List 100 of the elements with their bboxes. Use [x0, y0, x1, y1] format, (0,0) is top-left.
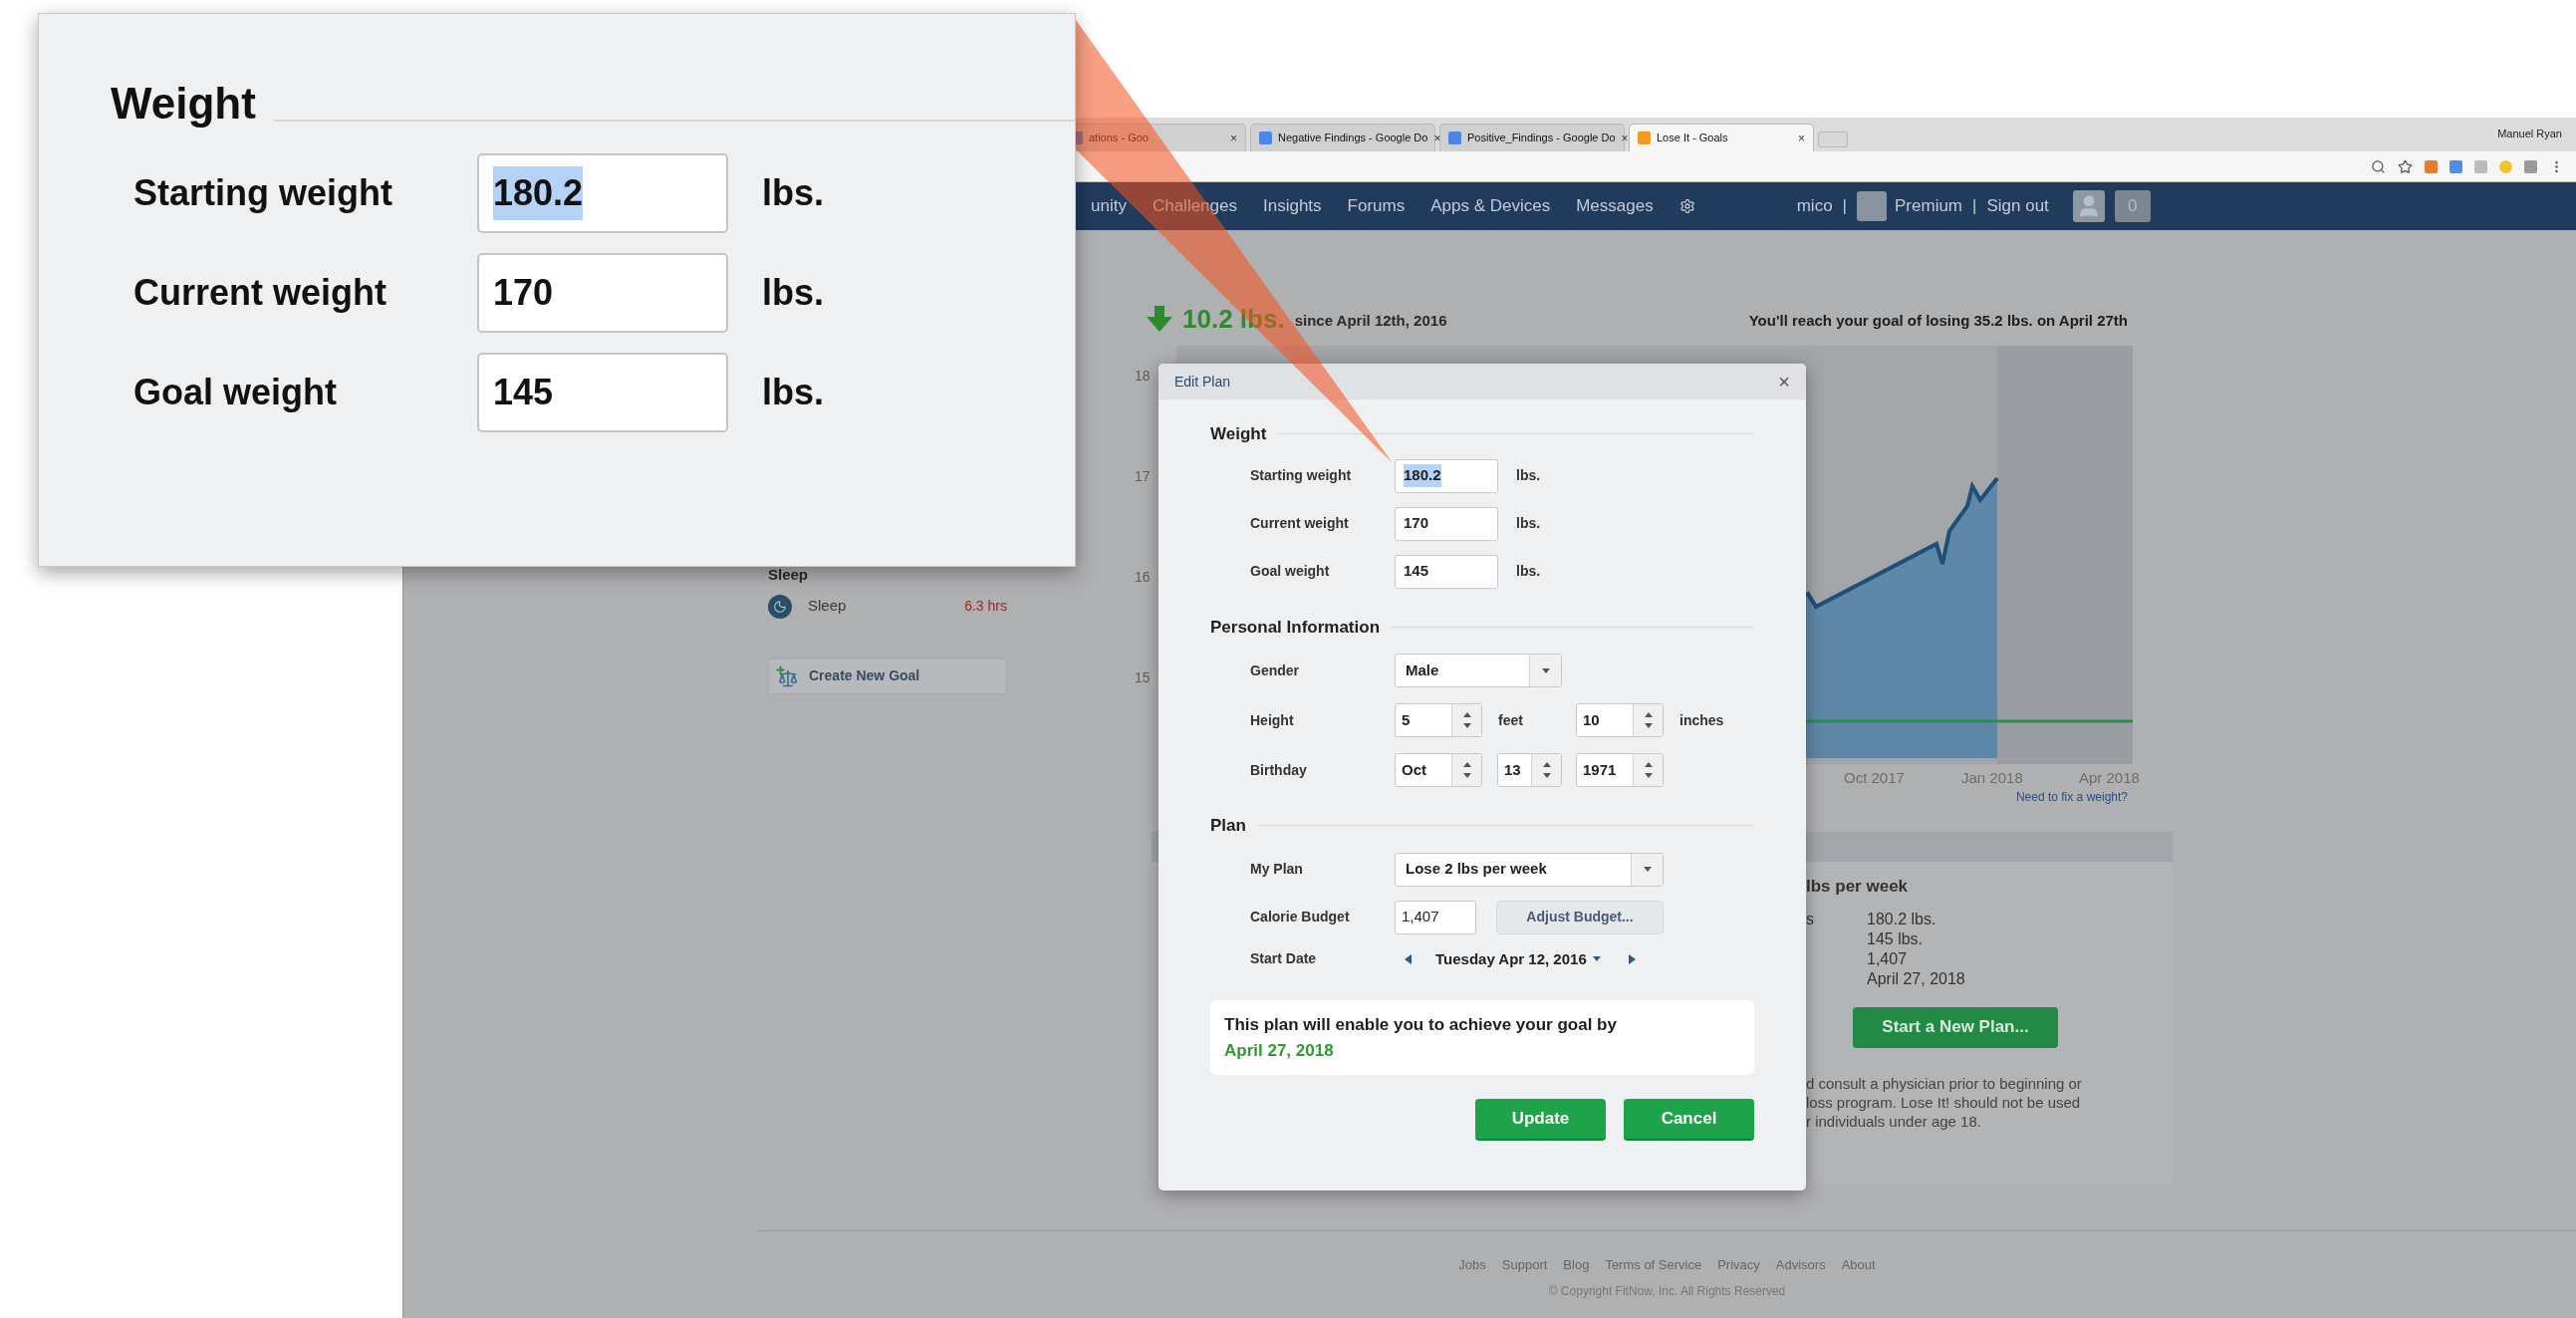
unit-label: lbs.	[1516, 466, 1541, 485]
separator-text: |	[1972, 195, 1977, 218]
document-icon	[1448, 132, 1461, 144]
weight-input[interactable]: 170	[477, 253, 728, 333]
unit-label: feet	[1498, 710, 1524, 730]
message-text: This plan will enable you to achieve your goal by	[1224, 1014, 1618, 1036]
previous-arrow-icon[interactable]	[1405, 953, 1412, 964]
disclaimer-text: d consult a physician prior to beginning or	[1806, 1073, 2083, 1093]
section-heading: Plan	[1210, 815, 1246, 837]
search-icon[interactable]	[2371, 158, 2386, 174]
star-icon[interactable]	[2398, 158, 2413, 174]
nav-link[interactable]: Insights	[1263, 193, 1322, 219]
section-heading: Personal Information	[1210, 616, 1381, 639]
plan-name: lbs per week	[1806, 876, 1910, 898]
tab-title: Positive_Findings - Google Do	[1467, 131, 1616, 146]
weight-input[interactable]: 145	[477, 353, 728, 432]
weight-input[interactable]: 180.2	[1395, 458, 1498, 493]
axis-label: 16	[1135, 568, 1152, 587]
tab-close[interactable]: ×	[1230, 129, 1237, 147]
caret-icon	[1643, 867, 1652, 872]
nav-link[interactable]: Apps & Devices	[1430, 193, 1551, 219]
spinner-field[interactable]: 1971	[1576, 753, 1664, 787]
document-icon	[1259, 132, 1272, 144]
field-label: Gender	[1250, 660, 1300, 680]
dialog-title: Edit Plan	[1174, 372, 1231, 392]
start-date-picker[interactable]: Tuesday Apr 12, 2016	[1435, 947, 1601, 970]
extension-icon[interactable]	[2524, 159, 2537, 173]
nav-link[interactable]: unity	[1091, 193, 1127, 219]
unit-label: lbs.	[762, 271, 824, 315]
caret-icon	[1592, 956, 1601, 962]
adjust-budget-button[interactable]: Adjust Budget...	[1496, 900, 1664, 934]
unit-label: lbs.	[762, 171, 824, 215]
create-goal-button[interactable]: Create New Goal	[768, 658, 1007, 694]
section-heading: Sleep	[768, 565, 810, 585]
select-field[interactable]: Lose 2 lbs per week	[1395, 852, 1664, 887]
axis-label: Jan 2018	[1961, 768, 2023, 788]
weight-input[interactable]: 145	[1395, 554, 1498, 589]
field-label: Birthday	[1250, 760, 1308, 780]
spinner-field[interactable]: 5	[1395, 703, 1482, 737]
field-label: Current weight	[1250, 514, 1350, 533]
stepper-icon[interactable]	[1451, 754, 1481, 786]
weight-input[interactable]: 170	[1395, 506, 1498, 541]
weight-input[interactable]: 180.2	[477, 153, 728, 233]
axis-label: Apr 2018	[2079, 768, 2140, 788]
summary-value: 1,407	[1867, 948, 1908, 969]
tab-title: Lose It - Goals	[1657, 131, 1729, 146]
field-label: Start Date	[1250, 949, 1318, 969]
nav-link[interactable]: Forums	[1347, 193, 1406, 219]
unit-label: lbs.	[1516, 562, 1541, 581]
stepper-icon[interactable]	[1633, 754, 1663, 786]
tab-title: ations - Goo	[1089, 131, 1150, 146]
fix-weight-link[interactable]: Need to fix a weight?	[2015, 788, 2128, 806]
field-label: Height	[1250, 710, 1295, 730]
select-field[interactable]: Male	[1395, 654, 1562, 687]
field-label: Starting weight	[1250, 466, 1353, 485]
field-label: My Plan	[1250, 860, 1304, 879]
field-label: Current weight	[133, 271, 387, 315]
browser-tab[interactable]: Lose It - Goals ×	[1629, 124, 1814, 151]
tab-title: Negative Findings - Google Do	[1278, 131, 1428, 146]
summary-label: s	[1806, 909, 1815, 929]
summary-value: April 27, 2018	[1867, 968, 1965, 989]
spinner-field[interactable]: 13	[1497, 753, 1562, 787]
premium-icon	[1857, 191, 1887, 221]
next-arrow-icon[interactable]	[1628, 953, 1636, 964]
close-button[interactable]: ×	[1778, 367, 1790, 396]
app-icon	[1638, 132, 1651, 144]
unit-label: lbs.	[762, 371, 824, 414]
down-arrow-icon	[1147, 306, 1172, 332]
sign-out-link[interactable]: Sign out	[1986, 193, 2049, 219]
section-heading: Weight	[111, 82, 256, 126]
tab-close[interactable]: ×	[1433, 129, 1441, 147]
disclaimer-text: loss program. Lose It! should not be used	[1806, 1092, 2082, 1112]
calorie-input[interactable]: 1,407	[1395, 900, 1476, 934]
goal-name: Sleep	[808, 596, 848, 617]
unit-label: lbs.	[1516, 514, 1541, 533]
axis-label: 17	[1135, 467, 1152, 486]
tab-close[interactable]: ×	[1798, 129, 1805, 147]
summary-value: 180.2 lbs.	[1867, 909, 1936, 929]
extension-icon[interactable]	[2425, 159, 2438, 173]
since-date: since April 12th, 2016	[1294, 310, 1447, 331]
profile-name[interactable]: Manuel Ryan	[2497, 125, 2562, 141]
summary-value: 145 lbs.	[1867, 928, 1924, 949]
avatar-icon[interactable]	[2072, 190, 2105, 222]
stepper-icon[interactable]	[1531, 754, 1561, 786]
spinner-field[interactable]: 10	[1576, 703, 1664, 737]
stepper-icon[interactable]	[1633, 704, 1663, 736]
nav-link[interactable]: Messages	[1576, 193, 1654, 219]
premium-link[interactable]: Premium	[1895, 193, 1963, 219]
field-label: Goal weight	[1250, 562, 1331, 581]
disclaimer-text: r individuals under age 18.	[1806, 1111, 1982, 1131]
field-label: Calorie Budget	[1250, 908, 1351, 926]
spinner-field[interactable]: Oct	[1395, 753, 1482, 787]
separator-text: |	[1842, 195, 1847, 218]
sleep-icon	[768, 594, 792, 619]
goal-message: You'll reach your goal of losing 35.2 lbs. on April 27th	[1748, 310, 2128, 331]
settings-icon[interactable]	[1678, 198, 1695, 214]
extension-icon[interactable]	[2449, 159, 2462, 173]
stepper-icon[interactable]	[1451, 704, 1481, 736]
caret-icon	[1541, 667, 1550, 673]
goal-value: 6.3 hrs	[964, 597, 1007, 616]
